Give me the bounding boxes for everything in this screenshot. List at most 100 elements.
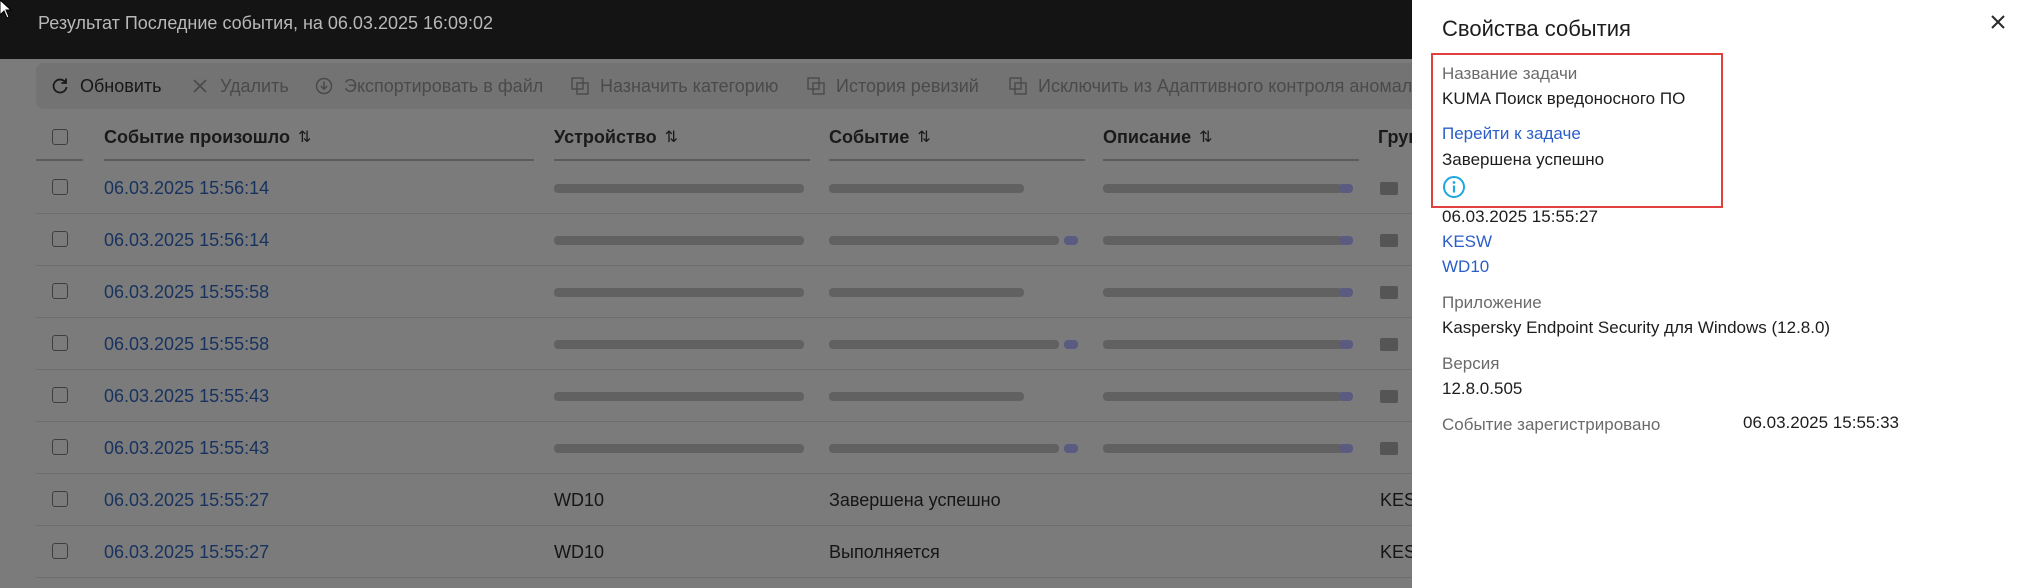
row-checkbox[interactable]: [52, 231, 68, 247]
report-title: Результат Последние события, на 06.03.20…: [38, 13, 494, 33]
group-cell: KESW: [1380, 490, 1412, 510]
sort-icon: ⇅: [664, 129, 679, 146]
blurred-event: [829, 288, 1024, 297]
revision-history-button[interactable]: История ревизий: [806, 63, 979, 109]
row-checkbox[interactable]: [52, 335, 68, 351]
header-underline: [104, 159, 534, 161]
blurred-group: [1380, 442, 1398, 455]
event-date-link[interactable]: 06.03.2025 15:55:58: [104, 266, 269, 318]
blurred-more-icon: [1064, 236, 1078, 245]
top-bar: Результат Последние события, на 06.03.20…: [0, 0, 1412, 59]
close-icon[interactable]: [1986, 10, 2010, 34]
device-cell: WD10: [554, 490, 605, 510]
table-row[interactable]: 06.03.2025 15:55:43: [36, 422, 1412, 474]
version-label: Версия: [1442, 354, 1500, 373]
event-date-link[interactable]: 06.03.2025 15:55:43: [104, 370, 269, 422]
column-header-date-label: Событие произошло: [104, 126, 290, 147]
exclude-anomaly-label: Исключить из Адаптивного контроля аномал…: [1038, 75, 1412, 96]
row-checkbox[interactable]: [52, 179, 68, 195]
blurred-device: [554, 392, 804, 401]
column-header-device-label: Устройство: [554, 126, 657, 147]
group-link[interactable]: KESW: [1442, 232, 1492, 252]
blurred-event: [829, 392, 1024, 401]
event-date-link[interactable]: 06.03.2025 15:55:43: [104, 422, 269, 474]
blurred-description: [1103, 340, 1343, 349]
row-checkbox[interactable]: [52, 439, 68, 455]
export-button[interactable]: Экспортировать в файл: [314, 63, 543, 109]
event-date-link[interactable]: 06.03.2025 15:55:27: [104, 526, 269, 578]
event-date-link[interactable]: 06.03.2025 15:56:14: [104, 162, 269, 214]
assign-category-button[interactable]: Назначить категорию: [570, 63, 778, 109]
blurred-description: [1103, 288, 1343, 297]
version-value: 12.8.0.505: [1442, 379, 1523, 398]
sort-icon: ⇅: [917, 129, 931, 146]
blurred-more-icon: [1064, 340, 1078, 349]
sort-icon: ⇅: [298, 129, 312, 146]
download-icon: [314, 76, 334, 96]
blurred-device: [554, 444, 804, 453]
close-x-icon: [190, 76, 210, 96]
group-cell: KESW: [1380, 542, 1412, 562]
blurred-event: [829, 184, 1024, 193]
event-properties-panel: Свойства события Название задачи KUMA По…: [1412, 0, 2030, 588]
select-all-checkbox[interactable]: [52, 129, 68, 145]
device-cell: WD10: [554, 542, 605, 562]
event-time-value: 06.03.2025 15:55:27: [1442, 207, 1598, 226]
refresh-button[interactable]: Обновить: [50, 63, 162, 109]
table-row[interactable]: 06.03.2025 15:55:27 WD10 Выполняется KES…: [36, 526, 1412, 578]
table-row[interactable]: 06.03.2025 15:55:58: [36, 318, 1412, 370]
blurred-group: [1380, 234, 1398, 247]
revision-history-label: История ревизий: [836, 75, 979, 96]
header-underline: [1103, 159, 1359, 161]
category-icon: [570, 76, 590, 96]
blurred-more-icon: [1339, 184, 1353, 193]
task-status-value: Завершена успешно: [1442, 150, 1605, 169]
event-date-link[interactable]: 06.03.2025 15:55:27: [104, 474, 269, 526]
row-checkbox[interactable]: [52, 283, 68, 299]
blurred-group: [1380, 182, 1398, 195]
blurred-device: [554, 288, 804, 297]
refresh-label: Обновить: [80, 75, 162, 96]
column-header-description-label: Описание: [1103, 126, 1192, 147]
header-underline: [36, 159, 83, 161]
column-header-device[interactable]: Устройство ⇅: [554, 113, 678, 161]
column-header-group[interactable]: Группа: [1378, 113, 1412, 161]
table-row[interactable]: 06.03.2025 15:55:27 WD10 Завершена успеш…: [36, 474, 1412, 526]
header-underline: [829, 159, 1085, 161]
registered-value: 06.03.2025 15:55:33: [1743, 413, 1899, 432]
task-name-value: KUMA Поиск вредоносного ПО: [1442, 89, 1686, 108]
application-label: Приложение: [1442, 293, 1542, 312]
table-row[interactable]: 06.03.2025 15:56:14: [36, 214, 1412, 266]
exclude-anomaly-button[interactable]: Исключить из Адаптивного контроля аномал…: [1008, 63, 1412, 109]
assign-category-label: Назначить категорию: [600, 75, 779, 96]
blurred-more-icon: [1339, 392, 1353, 401]
device-link[interactable]: WD10: [1442, 257, 1489, 277]
column-header-event[interactable]: Событие ⇅: [829, 113, 931, 161]
table-row[interactable]: 06.03.2025 15:56:14: [36, 162, 1412, 214]
blurred-device: [554, 236, 804, 245]
table-row[interactable]: 06.03.2025 15:55:58: [36, 266, 1412, 318]
row-checkbox[interactable]: [52, 387, 68, 403]
column-header-date[interactable]: Событие произошло ⇅: [104, 113, 311, 161]
row-checkbox[interactable]: [52, 543, 68, 559]
mouse-cursor-icon: [0, 0, 12, 19]
toolbar: Обновить Удалить Экспортировать в файл Н…: [36, 63, 1412, 109]
row-checkbox[interactable]: [52, 491, 68, 507]
history-icon: [806, 76, 826, 96]
blurred-event: [829, 444, 1059, 453]
event-date-link[interactable]: 06.03.2025 15:55:58: [104, 318, 269, 370]
blurred-group: [1380, 390, 1398, 403]
header-underline: [554, 159, 810, 161]
blurred-description: [1103, 184, 1343, 193]
delete-button[interactable]: Удалить: [190, 63, 289, 109]
column-header-description[interactable]: Описание ⇅: [1103, 113, 1213, 161]
go-to-task-link[interactable]: Перейти к задаче: [1442, 124, 1581, 144]
application-value: Kaspersky Endpoint Security для Windows …: [1442, 318, 1831, 337]
blurred-description: [1103, 236, 1343, 245]
event-cell: Завершена успешно: [829, 490, 1001, 510]
info-icon[interactable]: [1442, 175, 1466, 199]
event-date-link[interactable]: 06.03.2025 15:56:14: [104, 214, 269, 266]
table-row[interactable]: 06.03.2025 15:55:43: [36, 370, 1412, 422]
blurred-device: [554, 340, 804, 349]
task-name-label: Название задачи: [1442, 64, 1578, 83]
